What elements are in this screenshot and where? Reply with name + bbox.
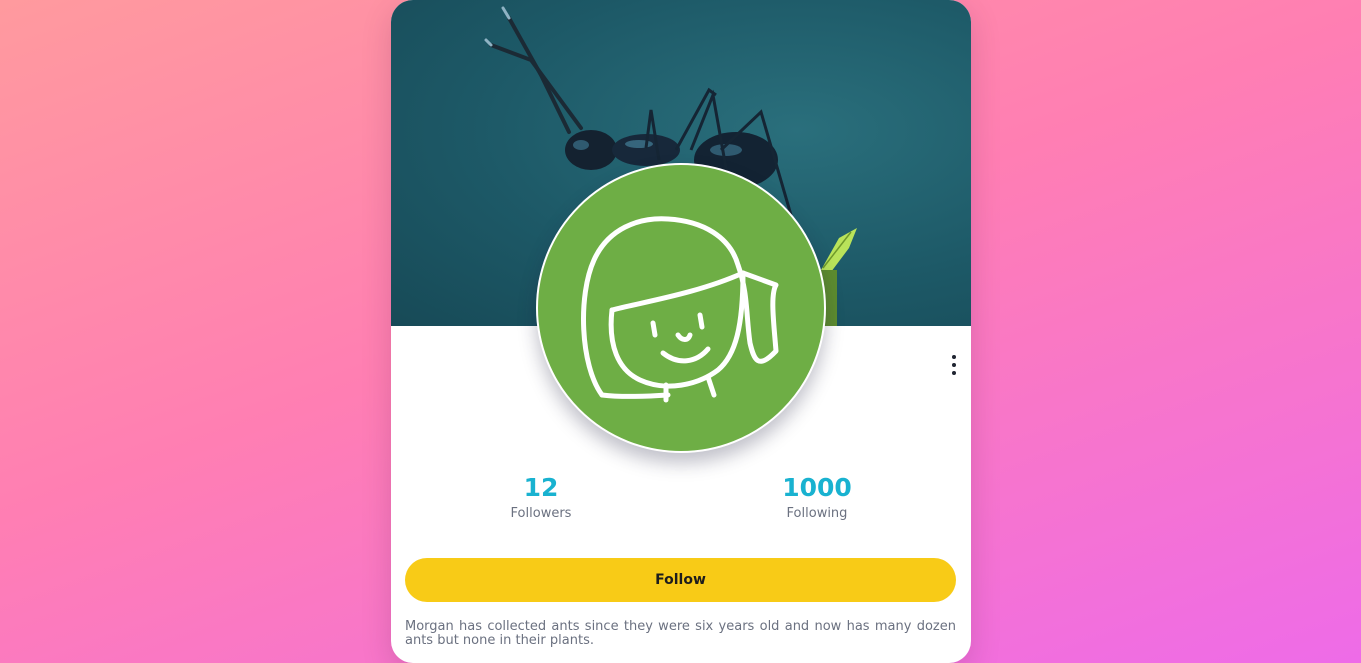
following-count: 1000 xyxy=(782,473,852,502)
following-stat: 1000 Following xyxy=(737,472,897,521)
followers-count: 12 xyxy=(523,473,559,502)
followers-stat: 12 Followers xyxy=(461,472,621,521)
followers-label: Followers xyxy=(510,506,572,521)
profile-card: 12 Followers 1000 Following Follow Morga… xyxy=(391,0,971,663)
profile-bio: Morgan has collected ants since they wer… xyxy=(405,619,956,648)
avatar[interactable] xyxy=(536,163,826,453)
more-options-button[interactable] xyxy=(943,352,965,378)
cartoon-girl-avatar xyxy=(581,216,779,403)
following-label: Following xyxy=(786,506,848,521)
follow-button[interactable]: Follow xyxy=(405,558,956,602)
more-vertical-icon xyxy=(952,355,956,359)
